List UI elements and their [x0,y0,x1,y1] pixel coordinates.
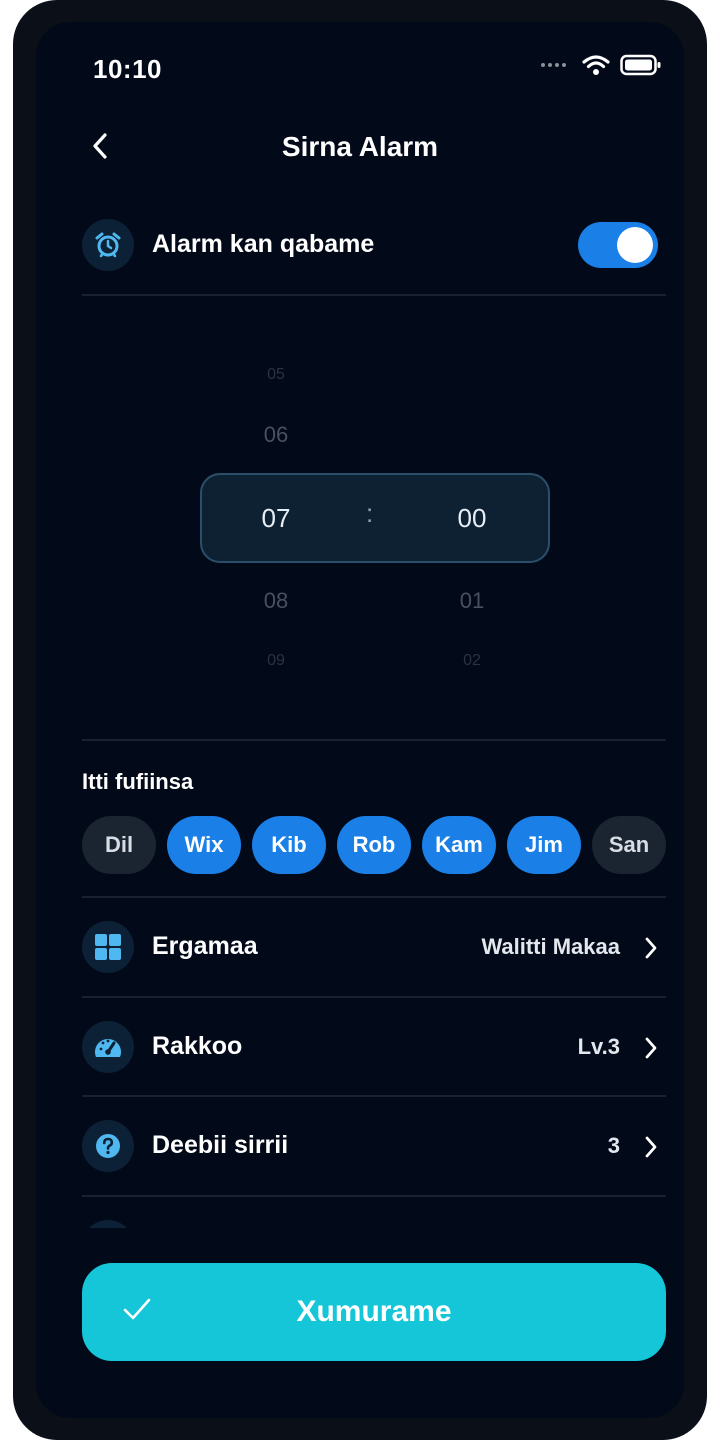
wifi-icon [582,55,610,75]
done-button-label: Xumurame [296,1295,452,1328]
hour-option[interactable]: 08 [236,588,316,614]
gauge-icon [95,1039,121,1057]
cellular-signal-icon [541,63,566,67]
battery-icon [620,54,661,76]
status-time: 10:10 [93,54,162,84]
time-separator: : [366,498,374,528]
question-icon [96,1134,120,1158]
setting-value: Lv.3 [577,1034,620,1059]
setting-label: Deebii sirrii [152,1131,289,1159]
hour-option[interactable]: 05 [236,366,316,384]
setting-value: Walitti Makaa [481,934,620,959]
divider [82,739,666,741]
day-chip-kib[interactable]: Kib [252,816,326,874]
chevron-right-icon [645,937,657,959]
setting-value: 3 [607,1133,620,1158]
day-chip-kam[interactable]: Kam [422,816,496,874]
day-chip-rob[interactable]: Rob [337,816,411,874]
minute-selected[interactable]: 00 [432,503,512,534]
alarm-toggle-switch[interactable] [578,222,658,268]
setting-row-rakkoo[interactable]: Rakkoo Lv.3 [82,998,666,1096]
chevron-right-icon [645,1136,657,1158]
hour-option[interactable]: 09 [236,652,316,670]
alarm-toggle-label: Alarm kan qabame [152,230,375,258]
alarm-icon-badge [82,219,134,271]
setting-icon-badge [82,921,134,973]
check-icon [123,1298,151,1320]
repeat-day-selector: Dil Wix Kib Rob Kam Jim San [82,816,666,874]
grid-icon [95,934,121,960]
setting-icon-badge [82,1021,134,1073]
minute-option[interactable]: 01 [432,588,512,614]
minute-option[interactable]: 02 [432,652,512,670]
repeat-section-label: Itti fufiinsa [82,769,194,794]
divider [82,294,666,296]
setting-label: Ergamaa [152,932,258,960]
app-screen: 10:10 Sirna Alarm Alarm kan qabame 05 06… [36,22,684,1418]
device-frame: 10:10 Sirna Alarm Alarm kan qabame 05 06… [13,0,707,1440]
divider [82,1195,666,1197]
page-title: Sirna Alarm [281,131,439,162]
setting-row-ergamaa[interactable]: Ergamaa Walitti Makaa [82,898,666,996]
status-icons [541,54,662,76]
hour-option[interactable]: 06 [236,422,316,448]
done-button[interactable]: Xumurame [82,1263,666,1361]
chevron-right-icon [645,1037,657,1059]
alarm-clock-icon [95,232,121,258]
setting-icon-badge [82,1120,134,1172]
day-chip-san[interactable]: San [592,816,666,874]
hour-selected[interactable]: 07 [236,503,316,534]
day-chip-dil[interactable]: Dil [82,816,156,874]
day-chip-jim[interactable]: Jim [507,816,581,874]
setting-label: Rakkoo [152,1032,243,1060]
setting-row-deebii-sirrii[interactable]: Deebii sirrii 3 [82,1097,666,1195]
day-chip-wix[interactable]: Wix [167,816,241,874]
toggle-knob [617,227,653,263]
